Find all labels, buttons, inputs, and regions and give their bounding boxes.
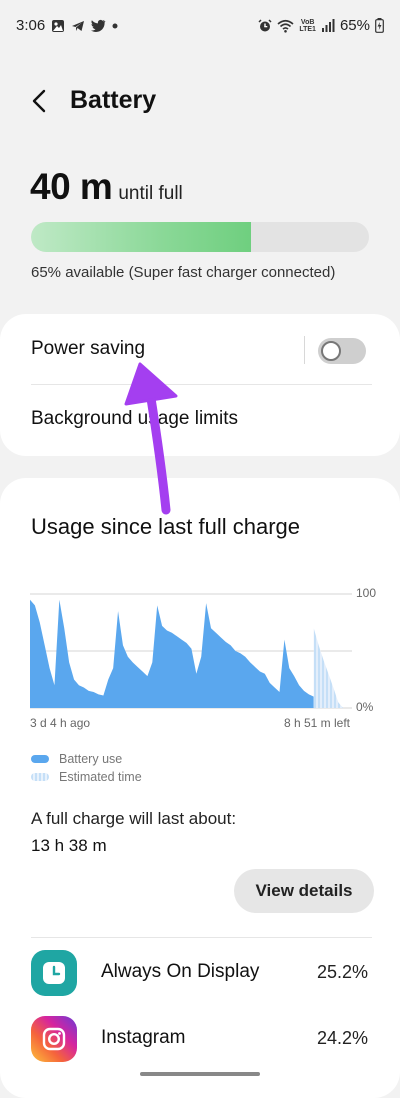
app-name: Always On Display (101, 961, 260, 982)
y-axis-top-label: 100 (356, 586, 377, 600)
alarm-icon (258, 18, 272, 33)
back-button[interactable] (26, 84, 56, 118)
status-left: 3:06 (16, 17, 118, 34)
volte-line2: LTE1 (299, 25, 316, 33)
estimated-time-area (313, 628, 344, 708)
header: Battery (0, 78, 400, 124)
app-percent: 24.2% (316, 1028, 368, 1048)
app-row-instagram[interactable]: Instagram 24.2% (0, 1012, 400, 1068)
battery-charging-icon (375, 18, 384, 33)
usage-card: Usage since last full charge 100 0% 3 d … (0, 478, 400, 1098)
battery-use-area (30, 599, 314, 708)
chart-legend: Battery use Estimated time (31, 752, 142, 788)
wifi-icon (277, 19, 294, 33)
battery-percent: 65% (339, 17, 370, 34)
clock-icon (31, 950, 77, 996)
legend-battery-use: Battery use (31, 752, 142, 766)
legend-swatch-battery (31, 755, 49, 763)
telegram-icon (71, 19, 85, 33)
apps-divider (31, 937, 372, 938)
app-name: Instagram (101, 1027, 186, 1048)
x-axis-end-label: 8 h 51 m left (283, 716, 350, 730)
power-saving-label: Power saving (31, 338, 146, 359)
legend-swatch-estimated (31, 773, 49, 781)
legend-estimated: Estimated time (31, 770, 142, 784)
battery-status-text: 65% available (Super fast charger connec… (31, 264, 336, 281)
view-details-button[interactable]: View details (234, 869, 374, 913)
y-axis-bottom-label: 0% (356, 700, 374, 714)
usage-chart-svg (30, 593, 352, 709)
dot-icon (112, 23, 118, 29)
full-charge-label: A full charge will last about: (31, 809, 237, 828)
status-right: VoB LTE1 65% (258, 17, 384, 34)
twitter-icon (91, 19, 106, 32)
legend-estimated-label: Estimated time (59, 770, 142, 784)
legend-battery-label: Battery use (59, 752, 123, 766)
signal-icon (321, 19, 335, 32)
page-title: Battery (70, 86, 157, 114)
settings-card: Power saving Background usage limits (0, 314, 400, 456)
time-value: 40 m (30, 166, 113, 207)
background-limits-row[interactable]: Background usage limits (0, 385, 400, 455)
volte-icon: VoB LTE1 (299, 19, 316, 33)
app-percent: 25.2% (316, 962, 368, 982)
volte-line1: VoB (300, 18, 315, 26)
battery-level-bar (31, 222, 369, 252)
time-suffix: until full (118, 183, 183, 204)
toggle-knob (321, 341, 341, 361)
usage-chart[interactable]: 100 0% 3 d 4 h ago 8 h 51 m left (30, 586, 380, 730)
power-saving-toggle[interactable] (318, 338, 366, 364)
x-axis-start-label: 3 d 4 h ago (30, 716, 91, 730)
home-handle[interactable] (140, 1072, 260, 1076)
time-remaining: 40 m until full (30, 166, 183, 208)
status-time: 3:06 (16, 17, 46, 34)
app-row-always-on-display[interactable]: Always On Display 25.2% (0, 946, 400, 1002)
chevron-left-icon (32, 89, 46, 113)
power-saving-row[interactable]: Power saving (0, 314, 400, 384)
background-limits-label: Background usage limits (31, 408, 238, 429)
gallery-icon (51, 19, 65, 33)
status-bar: 3:06 VoB LTE1 65% (0, 0, 400, 52)
row-divider (304, 336, 305, 364)
battery-level-fill (31, 222, 251, 252)
usage-title: Usage since last full charge (31, 514, 301, 539)
instagram-icon (31, 1016, 77, 1062)
full-charge-value: 13 h 38 m (31, 836, 107, 855)
